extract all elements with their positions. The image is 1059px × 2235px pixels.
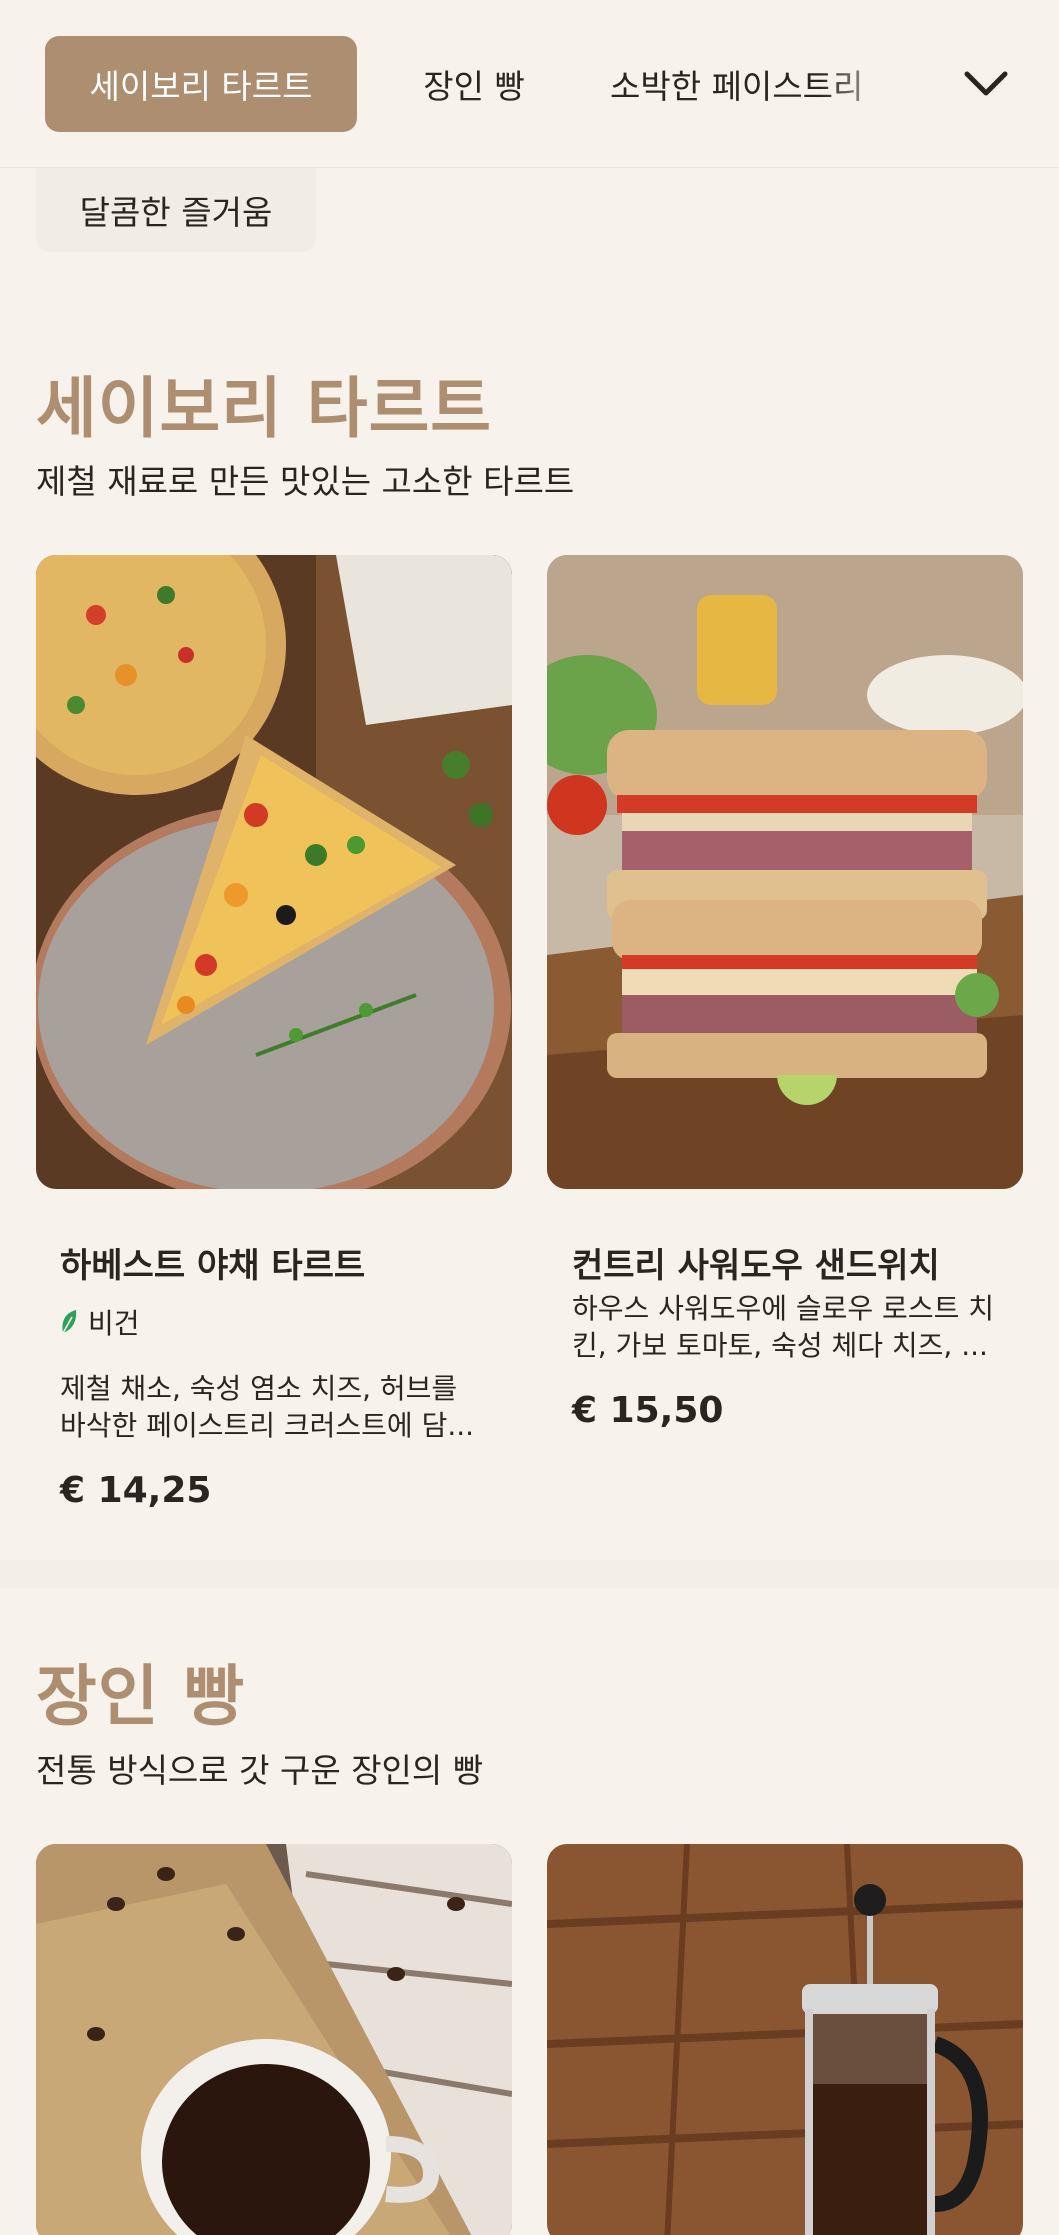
description-line: 바삭한 페이스트리 크러스트에 담...: [60, 1409, 475, 1442]
section-title-artisan-bread: 장인 빵: [36, 1658, 246, 1735]
product-name-harvest-tart[interactable]: 하베스트 야채 타르트: [60, 1238, 365, 1287]
description-line: 제철 채소, 숙성 염소 치즈, 허브를: [60, 1372, 458, 1405]
vegan-badge-label: 비건: [88, 1307, 140, 1340]
product-image-coffee-cup[interactable]: [36, 1844, 512, 2235]
vegan-badge: 비건: [60, 1302, 140, 1342]
product-image-french-press[interactable]: [547, 1844, 1023, 2235]
tab-artisan-bread[interactable]: 장인 빵: [400, 36, 548, 132]
product-image-harvest-tart[interactable]: [36, 555, 512, 1189]
menu-page: 세이보리 타르트 장인 빵 소박한 페이스트리 달콤한 즐거움 세이보리 타르트…: [0, 0, 1059, 2235]
product-image-country-sandwich[interactable]: [547, 555, 1023, 1189]
leaf-icon: [62, 1310, 77, 1334]
tab-savory-tarts[interactable]: 세이보리 타르트: [45, 36, 357, 132]
tab-overflow-fade: [820, 30, 930, 138]
description-line: 하우스 사워도우에 슬로우 로스트 치: [572, 1292, 995, 1325]
section-subtitle-artisan-bread: 전통 방식으로 갓 구운 장인의 빵: [36, 1751, 484, 1790]
category-nav: 세이보리 타르트 장인 빵 소박한 페이스트리: [0, 0, 1059, 168]
section-title-savory-tarts: 세이보리 타르트: [36, 370, 493, 447]
chevron-down-icon: [964, 71, 1008, 96]
product-price-harvest-tart: € 14,25: [60, 1470, 212, 1511]
product-price-country-sandwich: € 15,50: [572, 1390, 724, 1431]
product-name-country-sandwich[interactable]: 컨트리 사워도우 샌드위치: [572, 1238, 940, 1287]
section-subtitle-savory-tarts: 제철 재료로 만든 맛있는 고소한 타르트: [36, 462, 575, 501]
expand-categories-button[interactable]: [958, 56, 1014, 112]
product-description-country-sandwich: 하우스 사워도우에 슬로우 로스트 치 킨, 가보 토마토, 숙성 체다 치즈,…: [572, 1290, 994, 1364]
product-description-harvest-tart: 제철 채소, 숙성 염소 치즈, 허브를 바삭한 페이스트리 크러스트에 담..…: [60, 1370, 474, 1444]
section-divider: [0, 1560, 1059, 1588]
tab-sweet-treats[interactable]: 달콤한 즐거움: [36, 168, 316, 252]
description-line: 킨, 가보 토마토, 숙성 체다 치즈, ...: [572, 1329, 988, 1362]
